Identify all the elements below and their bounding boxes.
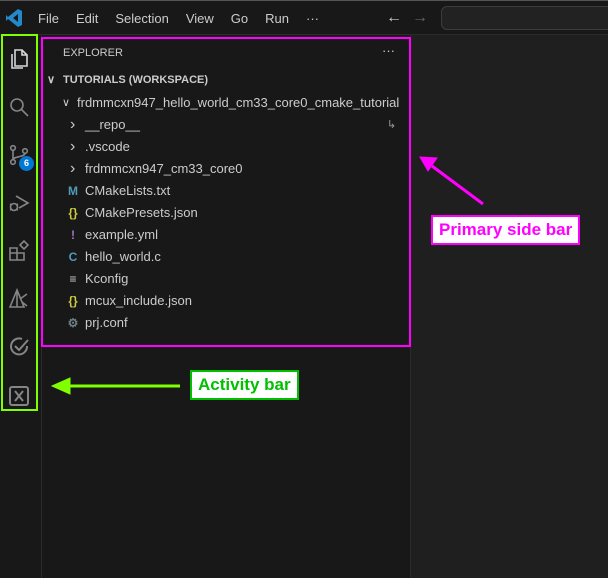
annotation-arrows (50, 156, 484, 395)
activity-bar-label: Activity bar (190, 370, 299, 400)
activity-arrow (50, 377, 180, 395)
primary-side-bar-label: Primary side bar (431, 215, 581, 245)
primary-arrow (419, 156, 484, 206)
